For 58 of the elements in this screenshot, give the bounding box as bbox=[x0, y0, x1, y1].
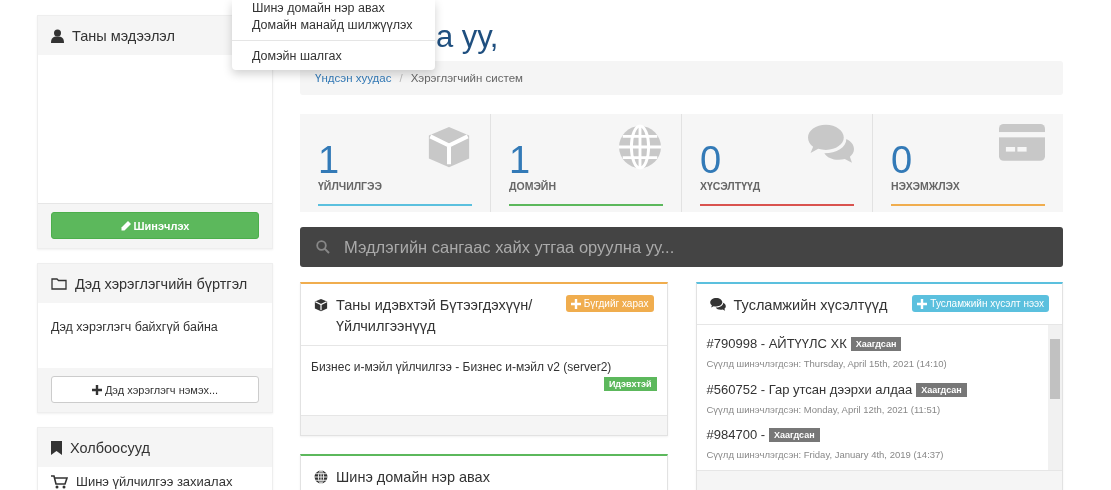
plus-icon bbox=[570, 298, 581, 309]
breadcrumb-separator: / bbox=[399, 72, 403, 84]
sidebar-link[interactable]: Шинэ үйлчилгээ захиалах bbox=[51, 474, 259, 489]
cube-icon bbox=[426, 124, 472, 170]
stat-tile[interactable]: 1 ҮЙЛЧИЛГЭЭ bbox=[300, 114, 490, 212]
panel-title: Холбоосууд bbox=[70, 439, 150, 456]
panel-title: Тусламжийн хүсэлтүүд bbox=[733, 296, 888, 315]
breadcrumb-current: Хэрэглэгчийн систем bbox=[410, 72, 523, 84]
ticket-link[interactable]: #984700 - bbox=[706, 424, 766, 447]
stat-label: НЭХЭМЖЛЭХ bbox=[891, 180, 961, 192]
panel-title: Таны идэвхтэй Бүтээгдэхүүн/ Үйлчилгээнүүд bbox=[336, 296, 534, 336]
globe-icon bbox=[314, 470, 328, 484]
credit-card-icon bbox=[999, 124, 1045, 161]
plus-icon bbox=[917, 298, 928, 309]
stat-value: 0 bbox=[700, 142, 722, 178]
panel-title: Дэд хэрэглэгчийн бүртгэл bbox=[75, 275, 248, 292]
user-icon bbox=[51, 28, 64, 43]
stat-label: ҮЙЛЧИЛГЭЭ bbox=[318, 180, 383, 192]
status-badge: Хаагдсан bbox=[916, 382, 967, 397]
chat-icon bbox=[808, 124, 854, 164]
stat-tile[interactable]: 0 НЭХЭМЖЛЭХ bbox=[872, 114, 1063, 212]
service-link[interactable]: Бизнес и-мэйл үйлчилгээ - Бизнес и-мэйл v2 (server2) bbox=[311, 360, 612, 374]
panel-title: Шинэ домайн нэр авах bbox=[336, 468, 490, 487]
ticket-updated: Сүүлд шинэчлэгдсэн: Thursday, April 15th, 2021 (14:10) bbox=[706, 358, 948, 369]
panel-title: Таны мэдээлэл bbox=[72, 27, 175, 44]
stat-value: 1 bbox=[318, 142, 340, 178]
cart-icon bbox=[51, 474, 68, 489]
menu-item[interactable]: Шинэ домайн нэр авах bbox=[232, 0, 435, 17]
page-heading: а уу, bbox=[436, 19, 500, 55]
stat-tile[interactable]: 1 ДОМЭЙН bbox=[490, 114, 681, 212]
ticket-link[interactable]: #790998 - АЙТҮҮЛС ХК bbox=[706, 333, 847, 355]
bookmark-icon bbox=[51, 440, 62, 455]
ticket-updated: Сүүлд шинэчлэгдсэн: Friday, January 4th, 2019 (14:37) bbox=[706, 449, 945, 461]
folder-icon bbox=[51, 277, 67, 290]
globe-icon bbox=[617, 124, 663, 170]
search-input[interactable]: Мэдлэгийн сангаас хайх утгаа оруулна уу... bbox=[342, 236, 1047, 258]
empty-message: Дэд хэрэглэгч байхгүй байна bbox=[51, 320, 218, 334]
pencil-icon bbox=[120, 220, 131, 231]
menu-item[interactable]: Домайн манайд шилжүүлэх bbox=[232, 17, 435, 34]
chat-icon bbox=[709, 298, 726, 311]
stat-tile[interactable]: 0 ХҮСЭЛТҮҮД bbox=[681, 114, 872, 212]
status-badge: Идэвхтэй bbox=[603, 377, 657, 391]
status-badge: Хаагдсан bbox=[850, 337, 902, 351]
add-contact-button[interactable]: Дэд хэрэглэгч нэмэх... bbox=[51, 376, 259, 403]
search-field[interactable]: Мэдлэгийн сангаас хайх утгаа оруулна уу... bbox=[300, 227, 1063, 267]
menu-item[interactable]: Домэйн шалгах bbox=[232, 40, 435, 65]
ticket-link[interactable]: #560752 - Гар утсан дээрхи алдаа bbox=[706, 378, 913, 401]
stat-value: 0 bbox=[891, 142, 913, 178]
stat-label: ХҮСЭЛТҮҮД bbox=[700, 180, 762, 192]
stat-value: 1 bbox=[509, 142, 531, 178]
scrollbar[interactable] bbox=[1048, 325, 1062, 470]
cube-icon bbox=[314, 298, 328, 312]
breadcrumb-link[interactable]: Үндсэн хуудас bbox=[315, 72, 392, 84]
plus-icon bbox=[91, 384, 102, 395]
stat-label: ДОМЭЙН bbox=[509, 180, 557, 192]
ticket-updated: Сүүлд шинэчлэгдсэн: Monday, April 12th, 2021 (11:51) bbox=[706, 403, 942, 415]
status-badge: Хаагдсан bbox=[769, 428, 820, 443]
search-icon bbox=[316, 240, 330, 254]
